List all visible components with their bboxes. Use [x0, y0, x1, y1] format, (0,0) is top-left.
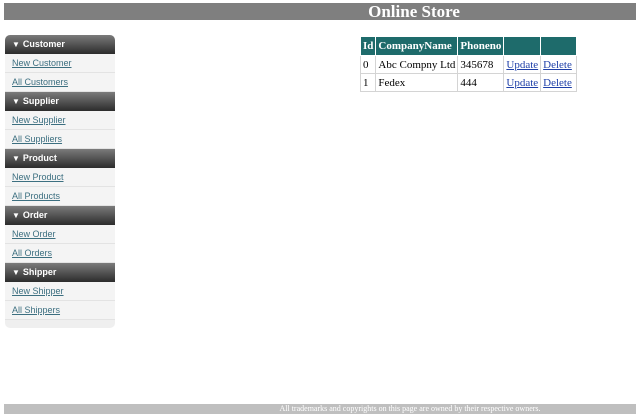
section-header-customer[interactable]: ▼ Customer	[5, 35, 115, 54]
triangle-down-icon: ▼	[12, 211, 20, 220]
new-supplier-link[interactable]: New Supplier	[5, 111, 115, 130]
new-product-link[interactable]: New Product	[5, 168, 115, 187]
cell-phoneno: 345678	[457, 55, 505, 74]
all-customers-link[interactable]: All Customers	[5, 73, 115, 92]
update-link[interactable]: Update	[506, 77, 538, 89]
delete-link[interactable]: Delete	[543, 77, 572, 89]
triangle-down-icon: ▼	[12, 97, 20, 106]
new-customer-link[interactable]: New Customer	[5, 54, 115, 73]
cell-phoneno: 444	[457, 73, 505, 92]
column-header-company-name: CompanyName	[375, 36, 459, 56]
cell-id: 0	[359, 55, 377, 74]
footer-copyright-text: All trademarks and copyrights on this pa…	[279, 404, 541, 413]
cell-id: 1	[359, 73, 377, 92]
update-link[interactable]: Update	[506, 59, 538, 71]
column-header-phoneno: Phoneno	[457, 36, 505, 56]
page-header: Online Store	[4, 2, 636, 21]
all-products-link[interactable]: All Products	[5, 187, 115, 206]
all-shippers-link[interactable]: All Shippers	[5, 301, 115, 320]
cell-company-name: Fedex	[375, 73, 459, 92]
table-header-row: Id CompanyName Phoneno	[359, 36, 578, 56]
triangle-down-icon: ▼	[12, 268, 20, 277]
column-header-update	[503, 36, 542, 56]
sidebar: ▼ Customer New Customer All Customers ▼ Su…	[5, 35, 115, 328]
table-row: 0 Abc Compny Ltd 345678 Update Delete	[359, 55, 578, 74]
cell-update: Update	[503, 73, 542, 92]
triangle-down-icon: ▼	[12, 40, 20, 49]
section-header-shipper[interactable]: ▼ Shipper	[5, 263, 115, 282]
column-header-id: Id	[359, 36, 377, 56]
page-title: Online Store	[368, 2, 460, 21]
triangle-down-icon: ▼	[12, 154, 20, 163]
all-orders-link[interactable]: All Orders	[5, 244, 115, 263]
section-header-supplier[interactable]: ▼ Supplier	[5, 92, 115, 111]
new-shipper-link[interactable]: New Shipper	[5, 282, 115, 301]
supplier-table: Id CompanyName Phoneno 0 Abc Compny Ltd …	[359, 36, 578, 92]
table-row: 1 Fedex 444 Update Delete	[359, 73, 578, 92]
column-header-delete	[540, 36, 578, 56]
cell-update: Update	[503, 55, 542, 74]
cell-company-name: Abc Compny Ltd	[375, 55, 459, 74]
cell-delete: Delete	[540, 55, 578, 74]
cell-delete: Delete	[540, 73, 578, 92]
page-footer: All trademarks and copyrights on this pa…	[4, 404, 636, 414]
new-order-link[interactable]: New Order	[5, 225, 115, 244]
section-header-product[interactable]: ▼ Product	[5, 149, 115, 168]
delete-link[interactable]: Delete	[543, 59, 572, 71]
all-suppliers-link[interactable]: All Suppliers	[5, 130, 115, 149]
section-header-order[interactable]: ▼ Order	[5, 206, 115, 225]
